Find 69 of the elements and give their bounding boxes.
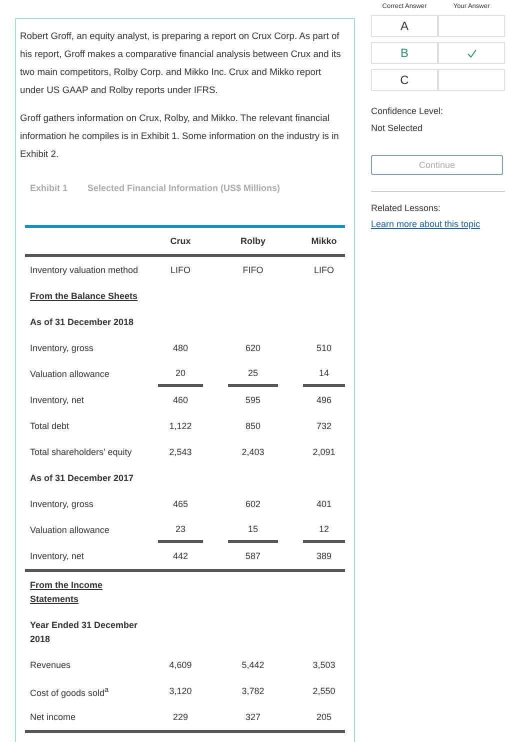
row-label: Total shareholders’ equity [29,446,133,459]
row-label: Revenues [29,659,72,672]
table-cell-text: 3,120 [169,685,192,698]
table-cell-text: 12 [318,522,329,536]
subheading: As of 31 December 2017 [29,472,135,485]
row-label: Inventory, net [29,550,85,563]
table-cell-text: 442 [172,550,188,563]
lesson-link[interactable]: Learn more about this topic [371,219,505,229]
table-cell-text: 2,550 [312,685,336,698]
table-cell-text: 15 [248,522,258,536]
table-cell-text: LIFO [170,264,190,277]
your-answer-cell [438,15,505,37]
table-cell-text: 14 [318,366,329,380]
row-label: Valuation allowance [29,524,110,537]
your-answer-cell [438,69,505,91]
exhibit-title: Selected Financial Information (US$ Millions) [88,183,280,193]
section-heading: From the Income Statements [29,579,104,606]
row-label: Valuation allowance [29,368,110,381]
confidence-label: Confidence Level: [371,105,444,118]
table-cell-text: 465 [172,498,188,511]
table-cell-text: 3,503 [312,659,336,672]
row-label: Inventory, net [29,394,85,407]
table-cell-text: 620 [245,342,261,355]
table-cell-text: 4,609 [169,659,192,672]
table-cell-text: 23 [175,522,186,536]
table-cell-text: 20 [175,366,186,380]
subheading: Year Ended 31 December 2018 [29,619,139,646]
table-cell-text: 3,782 [242,685,264,698]
table-cell-text: LIFO [314,264,334,277]
table-cell-text: 205 [316,711,332,724]
table-cell-text: 5,442 [242,659,264,672]
table-cell-text: 480 [172,342,188,355]
row-label: Total debt [29,420,70,433]
row-label: Inventory valuation method [29,264,140,277]
table-cell-text: 510 [316,342,332,355]
table-cell-text: 401 [316,498,332,511]
subheading: As of 31 December 2018 [29,316,135,329]
column-header: Crux [169,236,192,246]
table-cell-text: 2,091 [312,446,336,459]
table-cell-text: 587 [245,550,261,563]
confidence-value: Not Selected [371,122,424,135]
related-lessons-label: Related Lessons: [371,202,442,215]
row-label: Net income [29,711,77,724]
table-cell-text: 2,403 [242,446,264,459]
exhibit-number: Exhibit 1 [30,183,68,193]
table-cell-text: 850 [245,420,261,433]
table-cell-text: 327 [245,711,261,724]
table-cell-text: 1,122 [169,420,192,433]
table-cell-text: 595 [245,394,261,407]
table-cell-text: FIFO [242,264,264,277]
table-cell-text: 389 [316,550,332,563]
row-label: Cost of goods sold$^{a}$ [29,684,110,700]
table-cell-text: 602 [245,498,261,511]
table-cell-text: 460 [172,394,188,407]
passage-paragraph: Robert Groff, an equity analyst, is preparing a report on Crux Corp. As part of his report, Groff makes a comparative financial analysis between Crux and its two main competitors, Rolby Corp. and Mikko Inc. Crux and Mikko report under US GAAP and Rolby reports under IFRS. [19,29,342,97]
column-header: Rolby [239,236,266,246]
column-header: Mikko [310,236,338,246]
answer-letter: C [371,69,438,91]
table-cell-text: 732 [316,420,332,433]
row-label: Inventory, gross [29,498,94,511]
answer-letter: A [371,15,438,37]
table-cell-text: 229 [172,711,188,724]
section-heading: From the Balance Sheets [29,290,139,303]
table-cell-text: 496 [316,394,332,407]
row-label: Inventory, gross [29,342,94,355]
table-cell-text: 25 [248,366,258,380]
passage-paragraph: Groff gathers information on Crux, Rolby, and Mikko. The relevant financial information he compiles is in Exhibit 1. Some information on the industry is in Exhibit 2. [19,111,340,161]
table-cell-text: 2,543 [169,446,192,459]
answer-letter: B [371,42,438,64]
